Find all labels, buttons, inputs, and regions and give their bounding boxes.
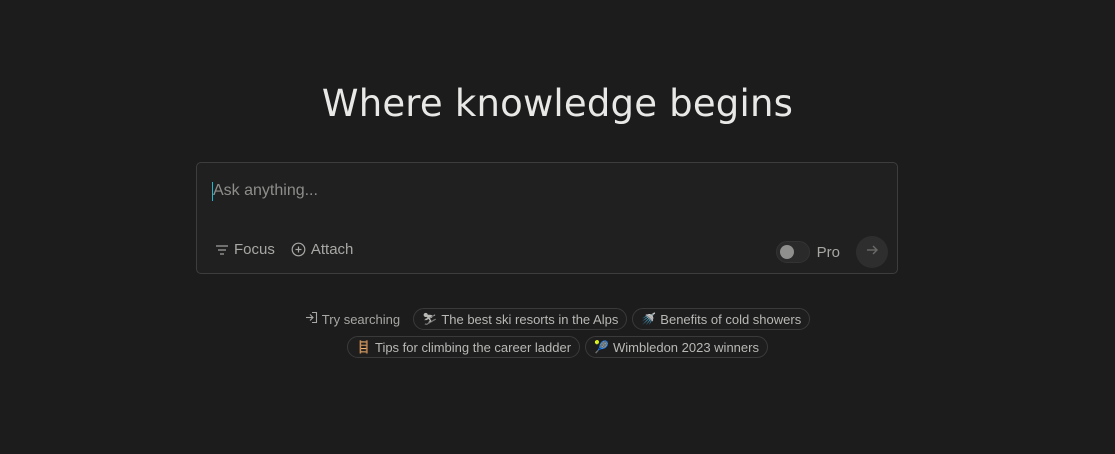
search-input[interactable] [211, 179, 873, 203]
enter-arrow-icon [305, 311, 318, 327]
suggestion-label: The best ski resorts in the Alps [441, 311, 619, 327]
suggestion-chip-ski[interactable]: ⛷ The best ski resorts in the Alps [413, 308, 628, 330]
search-tools-right: Pro [775, 236, 888, 268]
search-tools-left: Focus Attach [215, 241, 353, 258]
pro-toggle-knob [779, 245, 794, 259]
arrow-right-icon [865, 243, 879, 262]
shower-icon: 🚿 [641, 312, 657, 326]
submit-button[interactable] [856, 236, 888, 268]
try-searching-text: Try searching [321, 311, 401, 327]
filter-icon [215, 243, 229, 257]
attach-button[interactable]: Attach [291, 241, 354, 258]
suggestion-label: Tips for climbing the career ladder [374, 339, 572, 355]
page-headline: Where knowledge begins [321, 82, 794, 125]
suggestion-label: Benefits of cold showers [660, 311, 802, 327]
suggestion-chip-career[interactable]: 🪜 Tips for climbing the career ladder [347, 336, 581, 358]
search-box[interactable]: Focus Attach Pro [196, 162, 898, 274]
focus-button[interactable]: Focus [215, 241, 275, 258]
suggestions-row-2: 🪜 Tips for climbing the career ladder 🎾 … [0, 336, 1115, 358]
tennis-ball-icon: 🎾 [594, 340, 609, 354]
try-searching-label: Try searching [305, 311, 400, 327]
attach-label: Attach [310, 241, 354, 258]
pro-label: Pro [816, 243, 840, 261]
ladder-icon: 🪜 [356, 340, 371, 354]
suggestion-label: Wimbledon 2023 winners [613, 339, 759, 355]
suggestion-chip-showers[interactable]: 🚿 Benefits of cold showers [632, 308, 811, 330]
skier-icon: ⛷ [422, 312, 438, 326]
text-caret [212, 182, 213, 201]
focus-label: Focus [234, 241, 275, 258]
pro-toggle[interactable] [775, 241, 810, 263]
suggestions-row-1: Try searching ⛷ The best ski resorts in … [0, 308, 1115, 330]
plus-circle-icon [291, 242, 306, 257]
suggestion-chip-wimbledon[interactable]: 🎾 Wimbledon 2023 winners [585, 336, 768, 358]
